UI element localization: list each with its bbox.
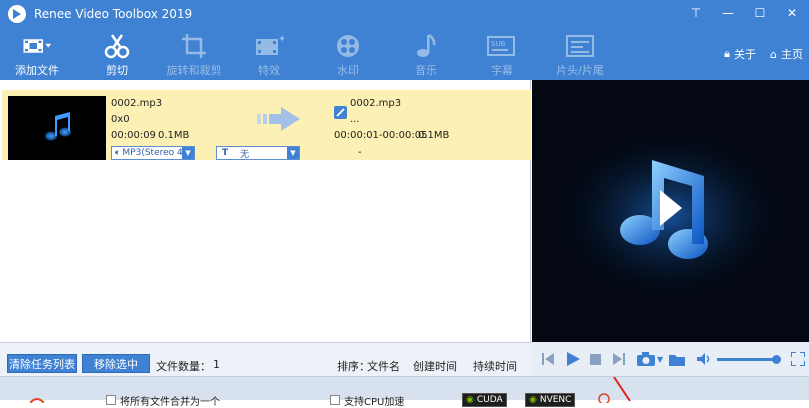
sort-by-created[interactable]: 创建时间 [413, 358, 457, 374]
music-button[interactable]: 音乐 [389, 32, 463, 78]
subtitle-dropdown[interactable]: T 无 ▼ [216, 146, 300, 160]
music-note-icon [45, 112, 71, 141]
scissors-icon [102, 32, 132, 60]
cpu-accel-checkbox[interactable] [330, 395, 340, 405]
file-list: 0002.mp3 0x0 00:00:09 0.1MB 0002.mp3 ...… [0, 80, 531, 342]
about-button[interactable]: 🔒︎ 关于 [724, 46, 756, 62]
file-thumbnail[interactable] [8, 96, 106, 160]
watermark-icon [333, 32, 363, 60]
window-title: Renee Video Toolbox 2019 [34, 7, 193, 21]
app-logo-icon [8, 5, 26, 23]
chevron-down-icon: ▼ [182, 147, 194, 159]
output-resolution: ... [350, 114, 360, 125]
video-preview[interactable] [532, 80, 809, 342]
clear-task-list-button[interactable]: 清除任务列表 [7, 354, 77, 373]
chevron-down-icon[interactable]: ▼ [657, 355, 663, 364]
options-footer: 将所有文件合并为一个 支持CPU加速 ◉ CUDA ◉ NVENC [0, 376, 809, 408]
source-filename: 0002.mp3 [111, 98, 163, 109]
maximize-button[interactable]: ☐ [751, 4, 769, 22]
subtitle-dash: - [358, 147, 362, 158]
home-button[interactable]: ⌂ 主页 [770, 46, 803, 62]
text-icon: T [222, 148, 229, 158]
output-range: 00:00:01-00:00:05 [334, 130, 428, 141]
volume-slider[interactable] [717, 354, 782, 364]
source-duration: 00:00:09 [111, 130, 156, 141]
chevron-down-icon: ▼ [287, 147, 299, 159]
nvidia-icon: ◉ [529, 395, 537, 405]
file-count: 1 [213, 358, 220, 371]
play-icon[interactable] [566, 351, 580, 367]
nvidia-icon: ◉ [466, 395, 474, 405]
title-bar: Renee Video Toolbox 2019 ⊤ — ☐ ✕ [0, 0, 809, 28]
edit-icon[interactable] [334, 106, 347, 119]
speaker-icon: 🔈︎ [115, 148, 121, 158]
fullscreen-icon[interactable] [791, 352, 806, 366]
svg-text:✦: ✦ [278, 34, 284, 45]
effects-button[interactable]: ✦ 特效 [232, 32, 306, 78]
sort-label: 排序： [337, 360, 370, 373]
help-icon[interactable] [598, 393, 610, 403]
output-size: 0.1MB [418, 130, 450, 141]
cpu-accel-label: 支持CPU加速 [344, 397, 405, 408]
watermark-button[interactable]: 水印 [311, 32, 385, 78]
remove-selected-button[interactable]: 移除选中 [82, 354, 150, 373]
audio-track-dropdown[interactable]: 🔈︎ MP3(Stereo 4 ▼ [111, 146, 195, 160]
intro-outro-icon [565, 32, 595, 60]
convert-arrow-icon [257, 107, 300, 131]
crop-icon [179, 32, 209, 60]
rotate-crop-button[interactable]: 旋转和裁剪 [157, 32, 231, 78]
film-add-icon [22, 32, 52, 60]
lock-icon: 🔒︎ [724, 47, 731, 60]
cut-button[interactable]: 剪切 [80, 32, 154, 78]
sort-by-duration[interactable]: 持续时间 [473, 358, 517, 374]
file-count-label: 文件数量： [156, 360, 211, 373]
volume-slider-handle[interactable] [772, 354, 782, 364]
preview-artwork [550, 125, 790, 305]
source-resolution: 0x0 [111, 114, 130, 125]
output-filename: 0002.mp3 [350, 98, 402, 109]
annotation-arrow-icon [613, 377, 631, 401]
stop-icon[interactable] [590, 353, 601, 365]
music-icon [411, 32, 441, 60]
merge-checkbox[interactable] [106, 395, 116, 405]
menu-button[interactable]: ⊤ [687, 4, 705, 22]
add-file-button[interactable]: 添加文件 [0, 32, 74, 78]
main-toolbar: 添加文件 剪切 旋转和裁剪 ✦ 特效 水印 音乐 SUB 字幕 片头/片尾 🔒︎… [0, 28, 809, 80]
source-size: 0.1MB [158, 130, 190, 141]
intro-outro-button[interactable]: 片头/片尾 [543, 32, 617, 78]
subtitle-button[interactable]: SUB 字幕 [465, 32, 539, 78]
list-actions-bar: 清除任务列表 移除选中 文件数量： 1 排序： 文件名 创建时间 持续时间 [0, 342, 532, 376]
cuda-badge: ◉ CUDA [462, 393, 507, 407]
sort-by-name[interactable]: 文件名 [367, 358, 400, 374]
close-button[interactable]: ✕ [783, 4, 801, 22]
home-icon: ⌂ [770, 47, 777, 61]
camera-icon[interactable] [637, 352, 655, 366]
skip-back-icon[interactable] [542, 352, 554, 366]
skip-forward-icon[interactable] [613, 352, 625, 366]
nvenc-badge: ◉ NVENC [525, 393, 576, 407]
decorative-swoosh-icon [30, 398, 44, 403]
svg-text:SUB: SUB [491, 40, 506, 48]
volume-icon[interactable] [697, 353, 711, 365]
folder-icon[interactable] [669, 353, 686, 366]
file-row[interactable]: 0002.mp3 0x0 00:00:09 0.1MB 0002.mp3 ...… [2, 90, 531, 160]
minimize-button[interactable]: — [719, 4, 737, 22]
effects-icon: ✦ [254, 32, 284, 60]
merge-label: 将所有文件合并为一个 [120, 397, 220, 408]
subtitle-icon: SUB [487, 32, 517, 60]
player-controls: ▼ [532, 342, 809, 376]
